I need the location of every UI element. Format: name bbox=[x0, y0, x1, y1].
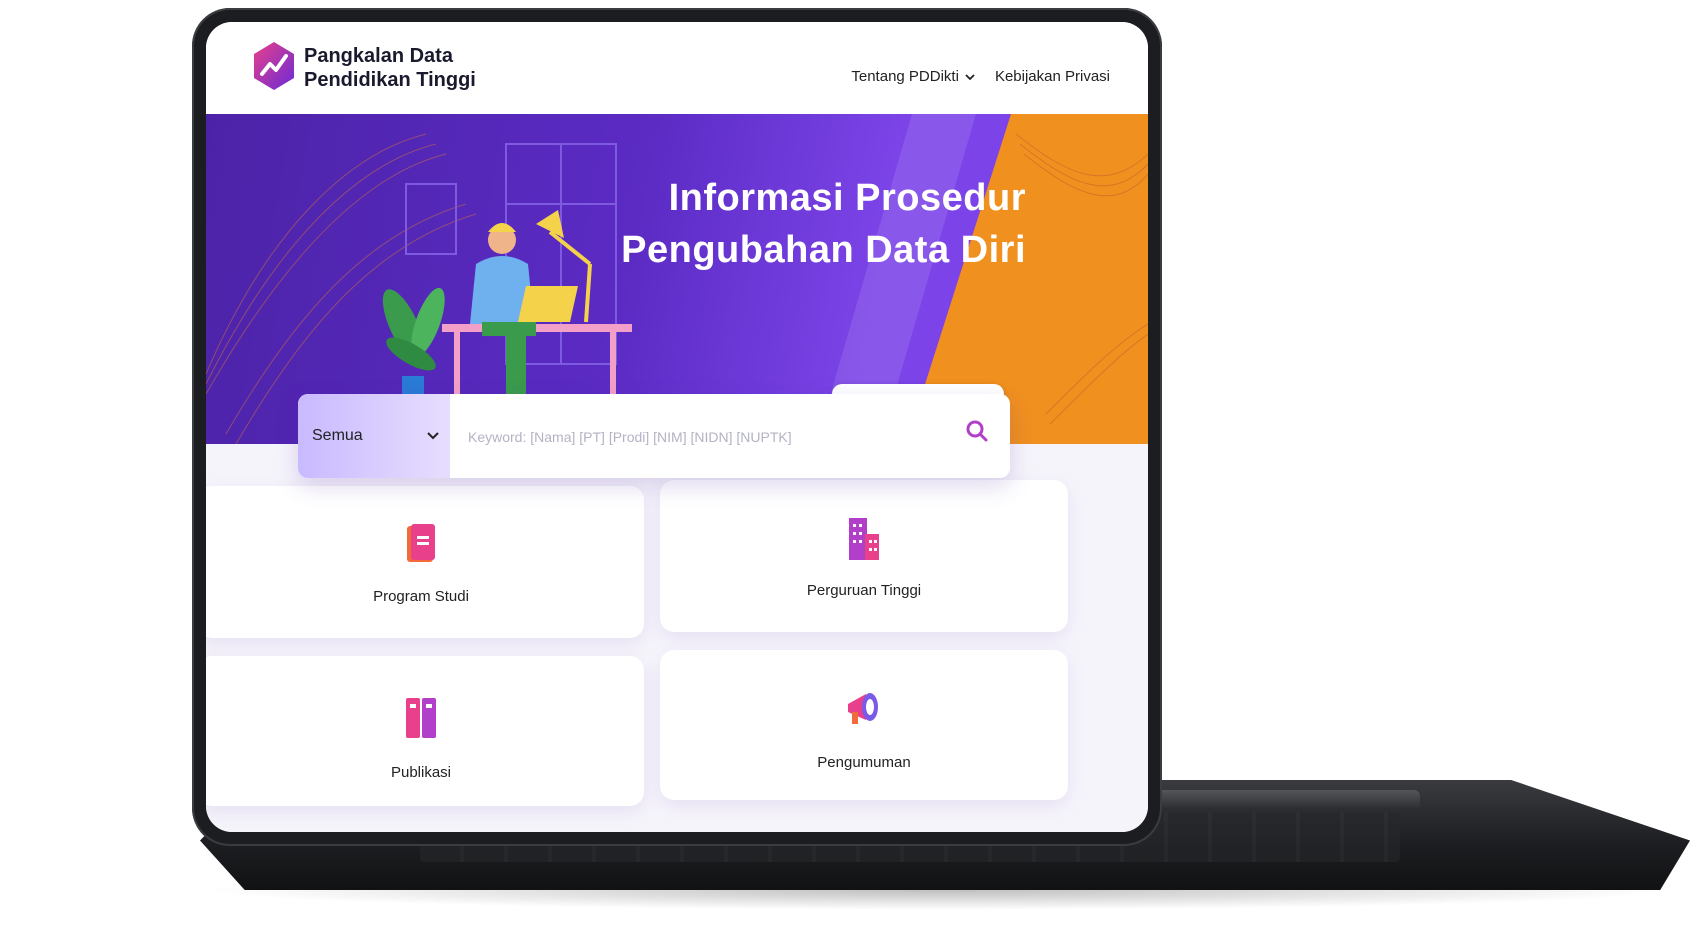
screen: Pangkalan Data Pendidikan Tinggi Tentang… bbox=[206, 22, 1148, 832]
site-name-line1: Pangkalan Data bbox=[304, 45, 453, 67]
chevron-down-icon bbox=[427, 432, 439, 440]
card-label-perguruan-tinggi: Perguruan Tinggi bbox=[806, 582, 922, 599]
book-icon bbox=[407, 524, 435, 562]
card-perguruan-tinggi[interactable]: Perguruan Tinggi bbox=[660, 480, 1068, 632]
nav-tentang-pddikti[interactable]: Tentang PDDikti bbox=[851, 68, 975, 85]
card-label-pengumuman: Pengumuman bbox=[817, 754, 911, 771]
pddikti-logo-icon[interactable] bbox=[252, 38, 296, 94]
hero-title-line1: Informasi Prosedur bbox=[668, 177, 1026, 219]
hero-swirl-right bbox=[1015, 133, 1148, 425]
card-label-program-studi: Program Studi bbox=[373, 588, 469, 605]
search-category-select[interactable]: Semua bbox=[298, 394, 450, 478]
top-nav: Tentang PDDikti Kebijakan Privasi bbox=[851, 68, 1110, 85]
site-name[interactable]: Pangkalan Data Pendidikan Tinggi bbox=[304, 44, 476, 92]
search-icon[interactable] bbox=[964, 418, 990, 444]
megaphone-icon bbox=[848, 693, 878, 724]
menu-cards: Program Studi Perguruan Tinggi Publikasi… bbox=[206, 444, 1148, 832]
site-name-line2: Pendidikan Tinggi bbox=[304, 69, 476, 91]
card-program-studi[interactable]: Program Studi bbox=[206, 486, 644, 638]
nav-kebijakan-label: Kebijakan Privasi bbox=[994, 68, 1110, 85]
search-input[interactable] bbox=[466, 422, 950, 452]
nav-tentang-label: Tentang PDDikti bbox=[851, 68, 959, 85]
search-bar: Semua bbox=[298, 394, 1010, 478]
binder-icon bbox=[406, 698, 436, 738]
card-publikasi[interactable]: Publikasi bbox=[206, 656, 644, 806]
site-header: Pangkalan Data Pendidikan Tinggi Tentang… bbox=[206, 22, 1148, 114]
card-pengumuman[interactable]: Pengumuman bbox=[660, 650, 1068, 800]
building-icon bbox=[849, 518, 879, 560]
chevron-down-icon bbox=[965, 73, 975, 80]
nav-kebijakan-privasi[interactable]: Kebijakan Privasi bbox=[995, 68, 1110, 85]
hero-title-line2: Pengubahan Data Diri bbox=[621, 229, 1026, 271]
hero-title: Informasi Prosedur Pengubahan Data Diri bbox=[621, 172, 1026, 276]
card-label-publikasi: Publikasi bbox=[390, 764, 452, 781]
search-category-value: Semua bbox=[312, 427, 363, 444]
